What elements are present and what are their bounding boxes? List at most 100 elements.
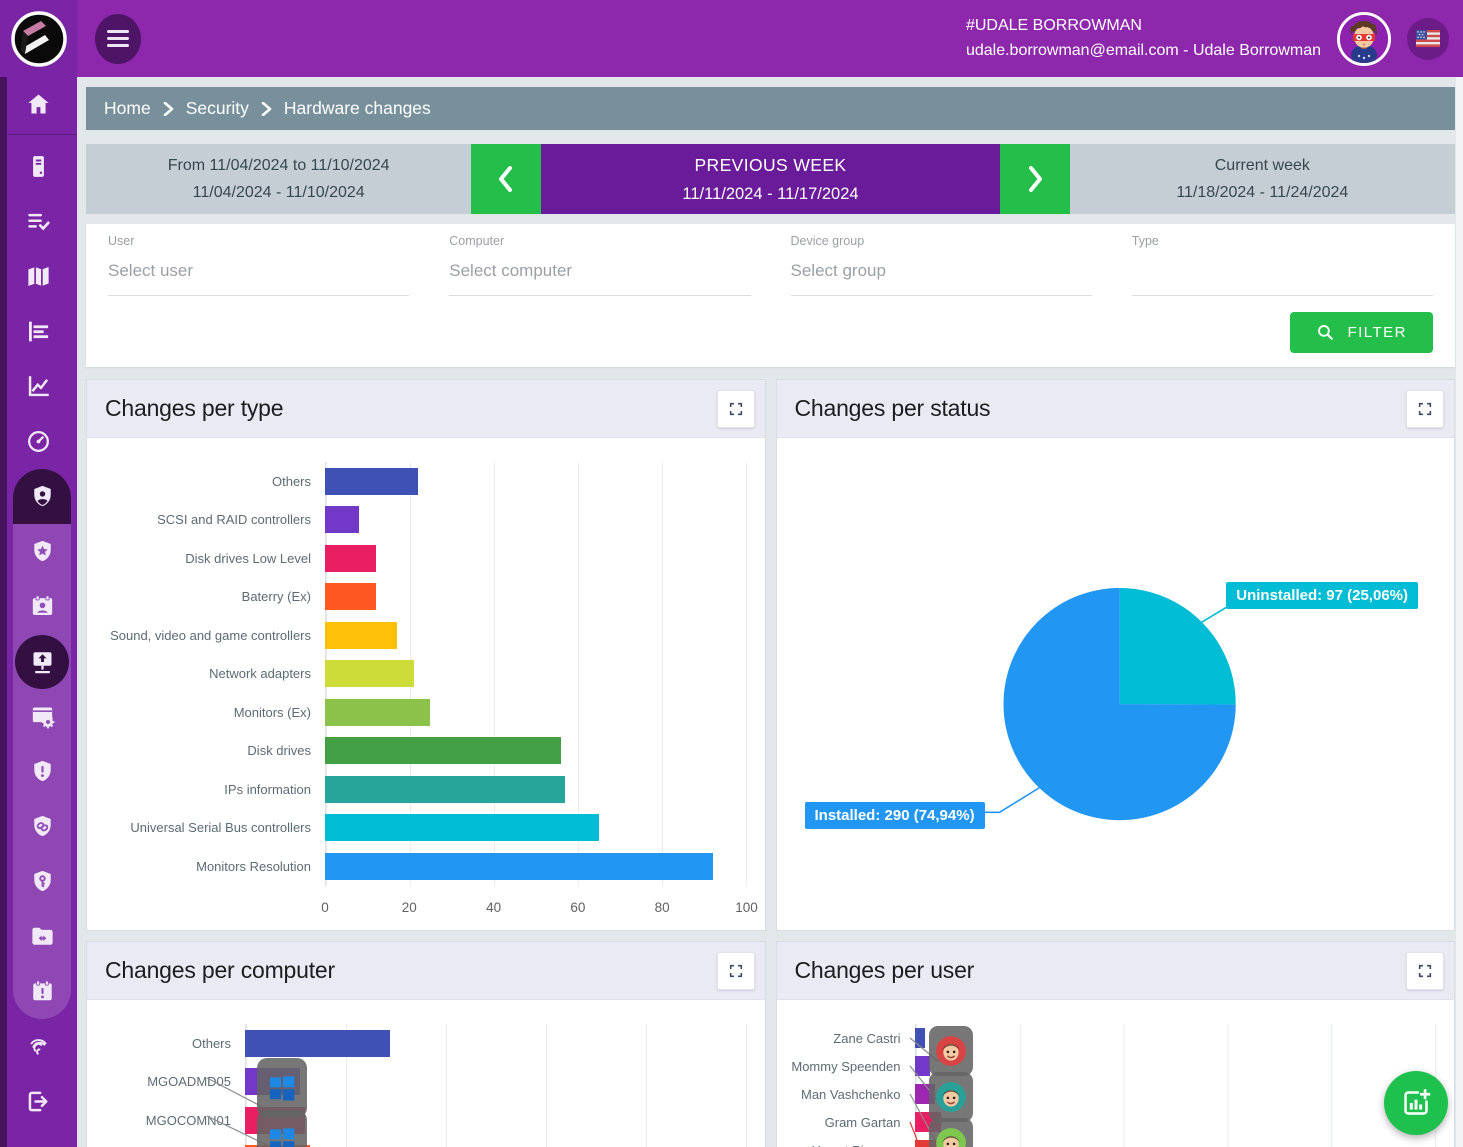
next-week-button[interactable] [1000,144,1070,214]
bar[interactable] [325,776,565,803]
sidebar-item-computer-tower[interactable] [0,139,77,194]
sidebar-item-logout[interactable] [0,1074,77,1129]
bar-row[interactable]: MGOADMD05 [97,1063,747,1102]
filter-field-label: Type [1132,234,1433,248]
app-logo[interactable] [0,0,77,77]
bar-row[interactable]: Monitors (Ex) [97,693,747,732]
bar-row[interactable]: Man Vashchenko [787,1080,1437,1108]
bar[interactable] [325,853,713,880]
bar-row[interactable]: Baterry (Ex) [97,578,747,617]
user-avatar-tile[interactable] [929,1118,973,1147]
sidebar-item-id-card[interactable] [13,579,71,634]
fullscreen-button[interactable] [717,390,755,428]
filter-field-placeholder [1132,261,1433,283]
bar[interactable] [325,737,561,764]
bar-row[interactable]: Hewet Pigrome [787,1136,1437,1147]
bar-category-label: Universal Serial Bus controllers [97,820,325,835]
previous-week-range[interactable]: From 11/04/2024 to 11/10/2024 11/04/2024… [86,144,471,214]
sidebar-item-folder-transfer[interactable] [13,909,71,964]
bar[interactable] [325,699,430,726]
bar-row[interactable]: Sound, video and game controllers [97,616,747,655]
pie-label-uninstalled[interactable]: Uninstalled: 97 (25,06%) [1226,582,1418,609]
bar[interactable] [915,1028,925,1048]
breadcrumb-separator-icon [261,102,272,116]
shield-key-icon [29,868,56,895]
sidebar-item-fingerprint[interactable] [0,1019,77,1074]
scrollbar[interactable] [1456,77,1463,1147]
sidebar-item-shield-user[interactable] [13,469,71,524]
breadcrumb-item-hardware-changes[interactable]: Hardware changes [284,98,431,119]
pie-label-installed[interactable]: Installed: 290 (74,94%) [805,802,985,829]
sidebar-item-shield-star[interactable] [13,524,71,579]
bar-row[interactable]: SCSI and RAID controllers [97,501,747,540]
user-avatar-tile[interactable] [929,1026,973,1076]
bar-row[interactable]: MGOCOMN01 [97,1101,747,1140]
sidebar-item-home[interactable] [0,77,77,132]
x-axis-tick: 40 [486,900,501,915]
account-name: #UDALE BORROWMAN [966,14,1321,39]
bar-category-label: Disk drives Low Level [97,551,325,566]
bar-row[interactable]: Zane Castri [787,1024,1437,1052]
fullscreen-button[interactable] [1406,952,1444,990]
sidebar-item-window-gear[interactable] [13,689,71,744]
breadcrumb-item-security[interactable]: Security [186,98,249,119]
bar-row[interactable]: Network adapters [97,655,747,694]
bar-row[interactable]: Universal Serial Bus controllers [97,809,747,848]
windows-logo-tile[interactable] [257,1110,307,1147]
bar-row[interactable]: IPs information [97,770,747,809]
topbar: #UDALE BORROWMAN udale.borrowman@email.c… [77,0,1463,77]
panel-changes-per-type: Changes per type Others SCSI and RAID co… [86,379,766,931]
fullscreen-button[interactable] [717,952,755,990]
sidebar-item-gauge[interactable] [0,414,77,469]
filter-field-user[interactable]: User Select user [108,234,409,296]
current-week-range[interactable]: Current week 11/18/2024 - 11/24/2024 [1070,144,1455,214]
windows-logo-tile[interactable] [257,1058,307,1118]
filter-field-placeholder: Select computer [449,261,750,283]
filter-button[interactable]: FILTER [1290,312,1433,353]
bar[interactable] [325,622,397,649]
bar[interactable] [325,545,376,572]
sidebar-item-task-list[interactable] [0,194,77,249]
bar-row[interactable]: Gram Gartan [787,1108,1437,1136]
sidebar-item-map[interactable] [0,249,77,304]
fullscreen-button[interactable] [1406,390,1444,428]
prev-week-button[interactable] [471,144,541,214]
bar-row[interactable]: Monitors Resolution [97,847,747,886]
pie-svg [787,462,1436,925]
add-chart-fab[interactable] [1384,1071,1448,1135]
sidebar-item-shield-alert[interactable] [13,744,71,799]
sidebar-item-computer-upload[interactable] [13,634,71,689]
bar-row[interactable]: Others [97,462,747,501]
bar[interactable] [325,583,376,610]
sidebar-item-chart-line[interactable] [0,359,77,414]
user-avatar-tile[interactable] [929,1072,973,1122]
bar[interactable] [915,1056,931,1076]
breadcrumb-item-home[interactable]: Home [104,98,151,119]
bar[interactable] [325,468,418,495]
bar-row[interactable]: Disk drives [97,732,747,771]
menu-button[interactable] [95,14,141,64]
filter-field-type[interactable]: Type [1132,234,1433,296]
bar[interactable] [245,1030,390,1057]
shield-star-icon [29,538,56,565]
chart-levels-icon [25,318,52,345]
selected-week[interactable]: PREVIOUS WEEK 11/11/2024 - 11/17/2024 [541,144,999,214]
bar[interactable] [325,814,599,841]
sidebar-item-chart-levels[interactable] [0,304,77,359]
filter-field-device-group[interactable]: Device group Select group [791,234,1092,296]
bar[interactable] [325,660,414,687]
bar-row[interactable] [97,1140,747,1147]
language-flag-button[interactable] [1407,18,1449,60]
filter-field-computer[interactable]: Computer Select computer [449,234,750,296]
bar-row[interactable]: Others [97,1024,747,1063]
avatar[interactable] [1337,12,1391,66]
brand-logo-icon [11,11,67,67]
sidebar-item-shield-link[interactable] [13,799,71,854]
bar[interactable] [325,506,359,533]
sidebar-item-shield-key[interactable] [13,854,71,909]
sidebar-item-calendar-alert[interactable] [13,964,71,1019]
pie-slice-uninstalled[interactable] [1119,588,1235,705]
bar-row[interactable]: Disk drives Low Level [97,539,747,578]
bar-row[interactable]: Mommy Speenden [787,1052,1437,1080]
breadcrumb-separator-icon [163,102,174,116]
